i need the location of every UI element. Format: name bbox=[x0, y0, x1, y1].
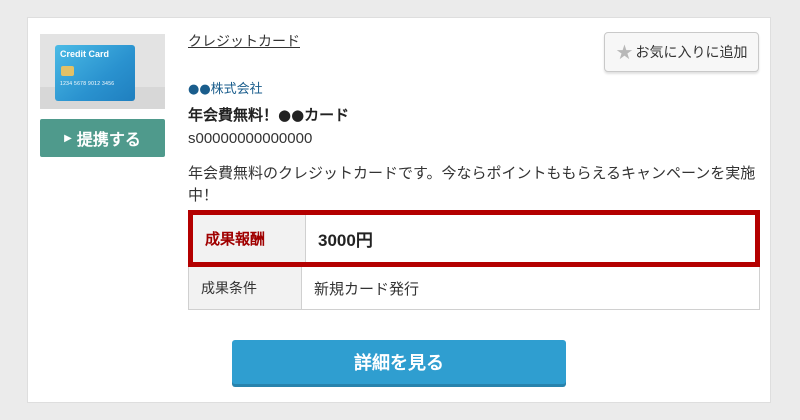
condition-label: 成果条件 bbox=[189, 267, 302, 309]
offer-terms-table: 成果報酬 3000円 成果条件 新規カード発行 bbox=[188, 210, 760, 310]
company-name: ●●株式会社 bbox=[188, 82, 263, 97]
condition-row: 成果条件 新規カード発行 bbox=[188, 267, 760, 310]
card-number-text: 1234 5678 9012 3456 bbox=[60, 81, 115, 87]
view-details-button[interactable]: 詳細を見る bbox=[232, 340, 566, 384]
star-icon: ★ bbox=[615, 40, 634, 64]
credit-card-icon: Credit Card 1234 5678 9012 3456 bbox=[55, 45, 135, 101]
card-chip-icon bbox=[61, 66, 74, 76]
category-link[interactable]: クレジットカード bbox=[188, 31, 300, 51]
offer-title: 年会費無料！●●カード bbox=[188, 106, 350, 124]
offer-code: s00000000000000 bbox=[188, 130, 313, 147]
condition-value: 新規カード発行 bbox=[314, 279, 420, 298]
reward-label: 成果報酬 bbox=[193, 215, 306, 262]
reward-row: 成果報酬 3000円 bbox=[188, 210, 760, 267]
reward-value: 3000円 bbox=[318, 231, 373, 250]
offer-thumbnail: Credit Card 1234 5678 9012 3456 bbox=[40, 34, 165, 109]
partner-button[interactable]: ▶ 提携する bbox=[40, 119, 165, 157]
play-triangle-icon: ▶ bbox=[64, 132, 72, 144]
offer-card: Credit Card 1234 5678 9012 3456 ▶ 提携する ク… bbox=[27, 17, 771, 403]
card-brand-text: Credit Card bbox=[60, 49, 110, 59]
partner-button-label: 提携する bbox=[76, 130, 141, 149]
add-favorite-label: お気に入りに追加 bbox=[635, 45, 748, 61]
offer-description: 年会費無料のクレジットカードです。今ならポイントももらえるキャンペーンを実施中！ bbox=[188, 164, 756, 204]
add-favorite-button[interactable]: ★ お気に入りに追加 bbox=[604, 32, 759, 72]
